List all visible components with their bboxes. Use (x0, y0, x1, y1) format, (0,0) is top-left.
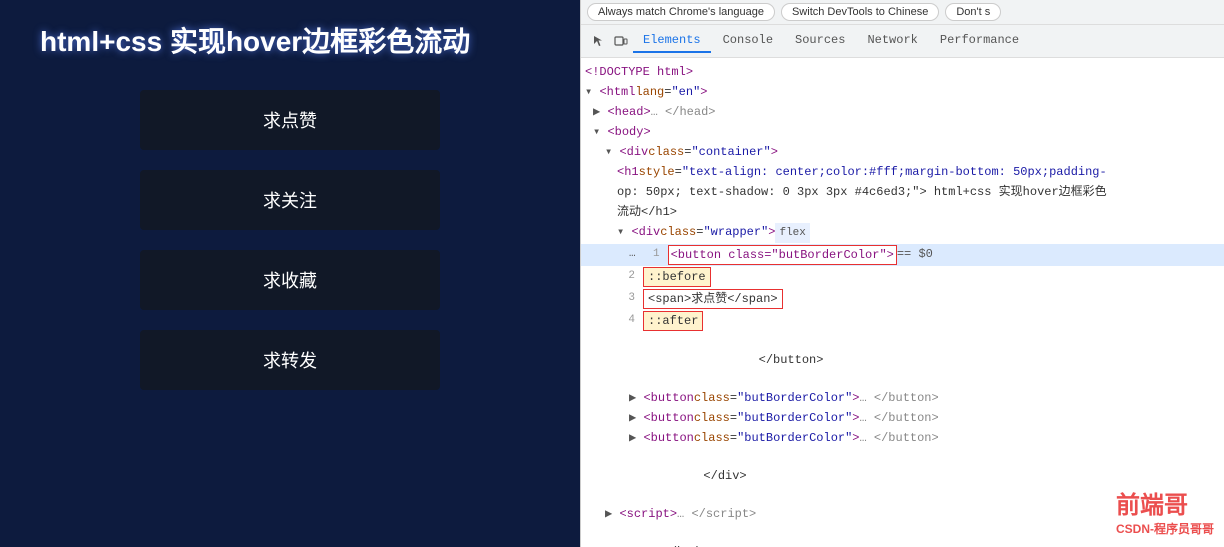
code-body-end: </body> (581, 524, 1224, 547)
switch-to-chinese-btn[interactable]: Switch DevTools to Chinese (781, 3, 939, 21)
code-after: 4 ::after (581, 310, 1224, 332)
device-toggle-icon[interactable] (611, 31, 631, 51)
code-h1-cont: op: 50px; text-shadow: 0 3px 3px #4c6ed3… (581, 182, 1224, 202)
code-span: 3 <span>求点赞</span> (581, 288, 1224, 310)
code-button2: ▶ <button class="butBorderColor"> … </bu… (581, 388, 1224, 408)
code-button-selected[interactable]: … 1 <button class="butBorderColor"> == $… (581, 244, 1224, 266)
code-button3: ▶ <button class="butBorderColor"> … </bu… (581, 408, 1224, 428)
elements-panel-code[interactable]: <!DOCTYPE html> ▾ <html lang="en"> ▶ <he… (581, 58, 1224, 547)
code-html: ▾ <html lang="en"> (581, 82, 1224, 102)
code-h1-end: 流动</h1> (581, 202, 1224, 222)
code-h1: <h1 style="text-align: center;color:#fff… (581, 162, 1224, 182)
tab-network[interactable]: Network (857, 29, 927, 53)
language-bar: Always match Chrome's language Switch De… (581, 0, 1224, 25)
page-title: html+css 实现hover边框彩色流动 (40, 20, 540, 60)
tab-elements[interactable]: Elements (633, 29, 711, 53)
dont-show-btn[interactable]: Don't s (945, 3, 1001, 21)
code-div-end: </div> (581, 448, 1224, 504)
btn-like[interactable]: 求点赞 (140, 90, 440, 150)
code-script: ▶ <script> … </script> (581, 504, 1224, 524)
devtools-toolbar: Elements Console Sources Network Perform… (581, 25, 1224, 58)
tab-sources[interactable]: Sources (785, 29, 855, 53)
tab-console[interactable]: Console (713, 29, 783, 53)
code-button-close: </button> (581, 332, 1224, 388)
code-div-wrapper: ▾ <div class="wrapper"> flex (581, 222, 1224, 244)
tab-performance[interactable]: Performance (930, 29, 1029, 53)
btn-collect[interactable]: 求收藏 (140, 250, 440, 310)
button-wrapper: 求点赞 求关注 求收藏 求转发 (40, 90, 540, 390)
code-head: ▶ <head> … </head> (581, 102, 1224, 122)
code-div-container: ▾ <div class="container"> (581, 142, 1224, 162)
btn-follow[interactable]: 求关注 (140, 170, 440, 230)
code-body: ▾ <body> (581, 122, 1224, 142)
code-before: 2 ::before (581, 266, 1224, 288)
devtools-panel: Always match Chrome's language Switch De… (580, 0, 1224, 547)
code-button4: ▶ <button class="butBorderColor"> … </bu… (581, 428, 1224, 448)
left-panel: html+css 实现hover边框彩色流动 求点赞 求关注 求收藏 求转发 (0, 0, 580, 547)
match-chrome-language-btn[interactable]: Always match Chrome's language (587, 3, 775, 21)
btn-share[interactable]: 求转发 (140, 330, 440, 390)
cursor-icon[interactable] (589, 31, 609, 51)
code-doctype: <!DOCTYPE html> (581, 62, 1224, 82)
